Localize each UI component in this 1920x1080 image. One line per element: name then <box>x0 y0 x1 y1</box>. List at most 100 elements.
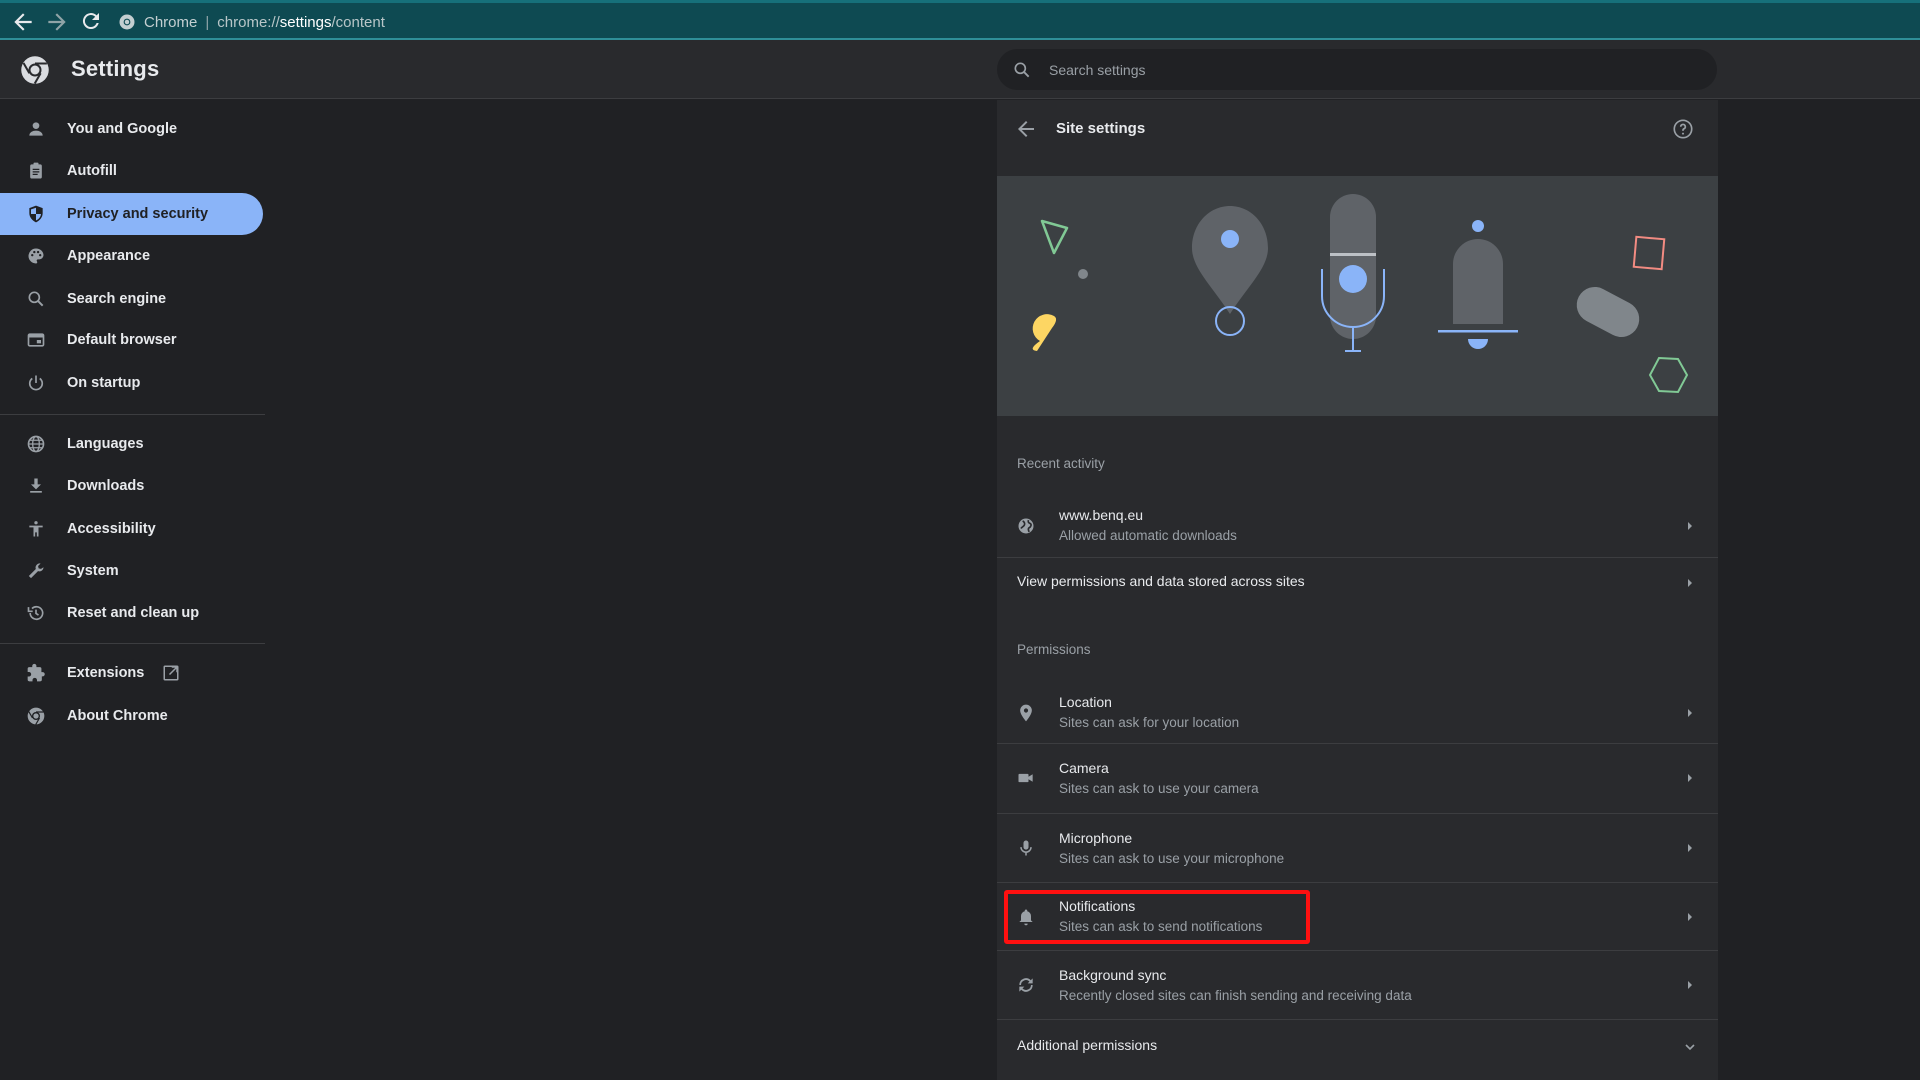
sidebar-item-reset-and-clean-up[interactable]: Reset and clean up <box>0 592 263 634</box>
sidebar-item-accessibility[interactable]: Accessibility <box>0 508 263 550</box>
permission-microphone[interactable]: Microphone Sites can ask to use your mic… <box>997 814 1718 882</box>
permission-title: Background sync <box>1059 967 1167 983</box>
sidebar-item-label: Appearance <box>67 248 151 264</box>
sidebar-item-autofill[interactable]: Autofill <box>0 150 263 192</box>
permission-title: Microphone <box>1059 830 1133 846</box>
permission-camera[interactable]: Camera Sites can ask to use your camera <box>997 744 1718 812</box>
sidebar-item-label: Privacy and security <box>67 206 209 222</box>
view-permissions-label: View permissions and data stored across … <box>1017 573 1305 589</box>
forward-button[interactable] <box>44 9 70 35</box>
back-arrow-icon <box>14 13 32 31</box>
location-pin-icon <box>1015 702 1037 724</box>
arrow-right-icon <box>1688 981 1692 989</box>
search-icon <box>1014 61 1030 77</box>
bell-icon <box>1015 906 1037 928</box>
site-name: www.benq.eu <box>1059 507 1144 523</box>
help-icon[interactable] <box>1672 118 1694 140</box>
back-arrow-icon[interactable] <box>1014 117 1038 141</box>
chrome-logo-icon <box>21 56 49 84</box>
hexagon-outline-shape <box>1648 356 1689 394</box>
sidebar-item-default-browser[interactable]: Default browser <box>0 319 263 361</box>
sidebar-item-about-chrome[interactable]: About Chrome <box>0 695 263 737</box>
sidebar-item-label: About Chrome <box>67 708 168 724</box>
permission-location[interactable]: Location Sites can ask for your location <box>997 683 1718 743</box>
open-in-new-icon <box>163 665 179 681</box>
search-settings-input[interactable] <box>1049 61 1649 78</box>
sidebar-divider <box>0 414 265 415</box>
camera-icon <box>1015 767 1037 789</box>
browser-window-icon <box>26 330 46 350</box>
settings-sidebar: You and Google Autofill Privacy and secu… <box>0 99 265 1080</box>
microphone-icon <box>1015 837 1037 859</box>
page-title: Settings <box>71 56 160 81</box>
back-button[interactable] <box>10 9 36 35</box>
person-icon <box>26 119 46 139</box>
accessibility-icon <box>26 519 46 539</box>
sidebar-item-label: Extensions <box>67 665 145 681</box>
sidebar-item-label: Search engine <box>67 291 167 307</box>
sidebar-item-label: You and Google <box>67 121 178 137</box>
palette-icon <box>26 246 46 266</box>
permission-text: Notifications Sites can ask to send noti… <box>1059 896 1262 937</box>
permission-subtitle: Sites can ask for your location <box>1059 715 1240 730</box>
sidebar-item-label: On startup <box>67 375 141 391</box>
url-scheme: chrome:// <box>217 13 280 31</box>
view-permissions-row[interactable]: View permissions and data stored across … <box>997 558 1718 608</box>
permission-text: Background sync Recently closed sites ca… <box>1059 965 1412 1006</box>
capsule-shape <box>1576 286 1640 338</box>
sidebar-item-languages[interactable]: Languages <box>0 423 263 465</box>
site-settings-banner-illustration <box>997 176 1718 416</box>
globe-icon <box>1015 515 1037 537</box>
sync-icon <box>1015 974 1037 996</box>
sidebar-item-label: Accessibility <box>67 521 156 537</box>
url-host: settings <box>279 13 332 31</box>
site-settings-header: Site settings <box>997 100 1718 176</box>
permission-text: Camera Sites can ask to use your camera <box>1059 758 1259 799</box>
search-icon <box>26 289 46 309</box>
square-outline-shape <box>1632 235 1666 271</box>
right-margin <box>1718 99 1920 1080</box>
sidebar-divider <box>0 643 265 644</box>
sidebar-item-on-startup[interactable]: On startup <box>0 362 263 404</box>
arrow-right-icon <box>1688 774 1692 782</box>
sidebar-item-search-engine[interactable]: Search engine <box>0 278 263 320</box>
permission-background-sync[interactable]: Background sync Recently closed sites ca… <box>997 951 1718 1019</box>
omnibox-separator: | <box>205 13 210 31</box>
permission-title: Location <box>1059 694 1112 710</box>
reload-button[interactable] <box>78 9 104 35</box>
recent-activity-label: Recent activity <box>1017 456 1105 471</box>
address-bar[interactable]: Chrome | chrome://settings/content <box>118 7 1018 37</box>
site-label: Chrome <box>144 13 198 31</box>
arrow-right-icon <box>1688 522 1692 530</box>
globe-icon <box>26 434 46 454</box>
chevron-down-icon <box>1685 1044 1695 1051</box>
permission-subtitle: Sites can ask to send notifications <box>1059 919 1263 934</box>
recent-activity-text: www.benq.eu Allowed automatic downloads <box>1059 505 1237 546</box>
additional-permissions-row[interactable]: Additional permissions <box>997 1020 1718 1072</box>
location-pin-illustration <box>1192 206 1268 336</box>
url-path: /content <box>331 13 385 31</box>
sidebar-item-downloads[interactable]: Downloads <box>0 465 263 507</box>
forward-arrow-icon <box>48 13 66 31</box>
search-settings-box[interactable] <box>997 49 1717 90</box>
triangle-shape <box>1040 219 1069 255</box>
permission-title: Notifications <box>1059 898 1136 914</box>
dot-shape <box>1078 269 1088 279</box>
sidebar-item-label: Default browser <box>67 332 177 348</box>
sidebar-item-extensions[interactable]: Extensions <box>0 652 263 694</box>
sidebar-item-system[interactable]: System <box>0 550 263 592</box>
reload-icon <box>82 13 99 30</box>
shield-icon <box>26 204 46 224</box>
clipboard-icon <box>26 161 46 181</box>
permission-notifications[interactable]: Notifications Sites can ask to send noti… <box>997 883 1718 950</box>
arrow-right-icon <box>1688 913 1692 921</box>
recent-activity-row[interactable]: www.benq.eu Allowed automatic downloads <box>997 496 1718 556</box>
sidebar-item-you-and-google[interactable]: You and Google <box>0 108 263 150</box>
download-icon <box>26 476 46 496</box>
microphone-illustration <box>1321 194 1385 352</box>
sidebar-item-privacy-and-security[interactable]: Privacy and security <box>0 193 263 235</box>
bell-illustration <box>1438 220 1518 349</box>
sidebar-item-label: Reset and clean up <box>67 605 200 621</box>
sidebar-item-appearance[interactable]: Appearance <box>0 235 263 277</box>
sidebar-item-label: Languages <box>67 436 144 452</box>
